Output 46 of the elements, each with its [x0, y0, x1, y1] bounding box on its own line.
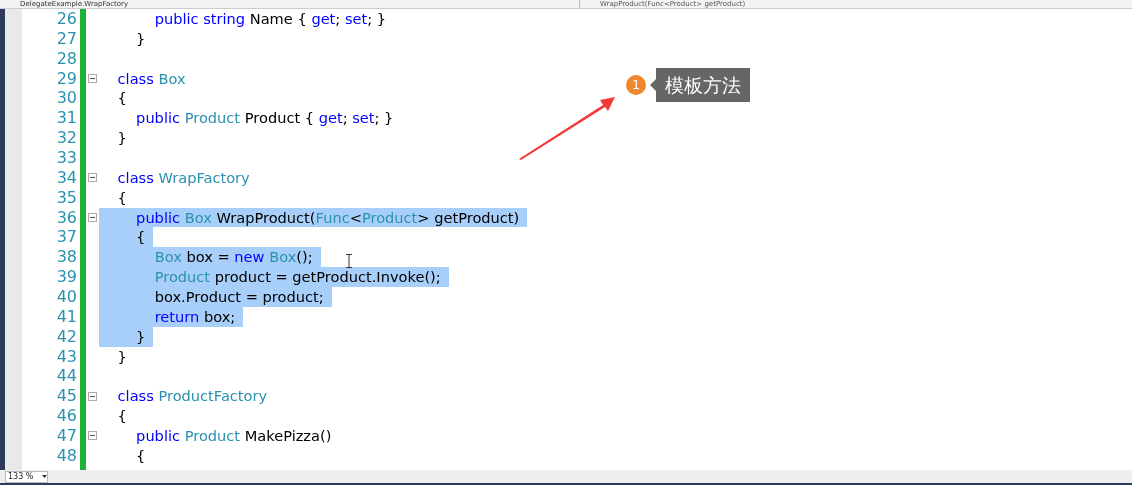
- line-number: 36: [56, 207, 77, 227]
- callout-bubble: 模板方法: [650, 68, 750, 102]
- code-line: public Product Product { get; set; }: [135, 108, 395, 129]
- code-line: }: [135, 28, 147, 49]
- line-number: 31: [56, 108, 77, 128]
- zoom-dropdown[interactable]: 133 %: [5, 470, 48, 483]
- collapse-icon[interactable]: [88, 74, 97, 83]
- text-cursor-icon: [346, 254, 352, 268]
- line-number: 33: [56, 148, 77, 167]
- collapse-icon[interactable]: [88, 173, 97, 183]
- line-number: 39: [56, 267, 77, 287]
- line-number: 27: [56, 28, 77, 48]
- code-line: {: [135, 445, 147, 466]
- line-number: 40: [56, 287, 77, 307]
- line-number: 41: [56, 306, 77, 326]
- line-number: 38: [56, 247, 77, 267]
- code-line: }: [116, 346, 128, 367]
- line-number: 43: [56, 346, 77, 366]
- line-number: 46: [56, 406, 77, 426]
- caret-icon: [42, 475, 47, 478]
- code-line: {: [116, 406, 128, 427]
- line-number: 32: [56, 128, 77, 148]
- line-number: 45: [56, 386, 77, 406]
- collapse-icon[interactable]: [88, 213, 97, 222]
- collapse-icon[interactable]: [88, 431, 97, 441]
- line-number: 26: [56, 9, 77, 28]
- line-number: 42: [56, 326, 77, 346]
- code-line: {: [116, 88, 128, 109]
- code-line: }: [116, 128, 128, 148]
- collapse-icon[interactable]: [88, 391, 97, 401]
- code-line: class ProductFactory: [116, 386, 269, 407]
- line-number: 47: [56, 426, 77, 446]
- code-line: public string Name { get; set; }: [153, 9, 388, 29]
- code-line: public Product MakePizza(): [135, 426, 333, 446]
- code-line: class WrapFactory: [116, 167, 251, 188]
- line-number: 37: [56, 227, 77, 247]
- line-number: 35: [56, 187, 77, 207]
- code-line: class Box: [116, 68, 187, 89]
- line-number: 30: [56, 88, 77, 108]
- code-line: {: [116, 187, 128, 208]
- step-badge: 1: [626, 75, 646, 95]
- line-number: 48: [56, 445, 77, 465]
- line-number: 29: [56, 68, 77, 88]
- line-number: 34: [56, 167, 77, 187]
- line-number: 28: [56, 48, 77, 68]
- line-number: 44: [56, 366, 77, 386]
